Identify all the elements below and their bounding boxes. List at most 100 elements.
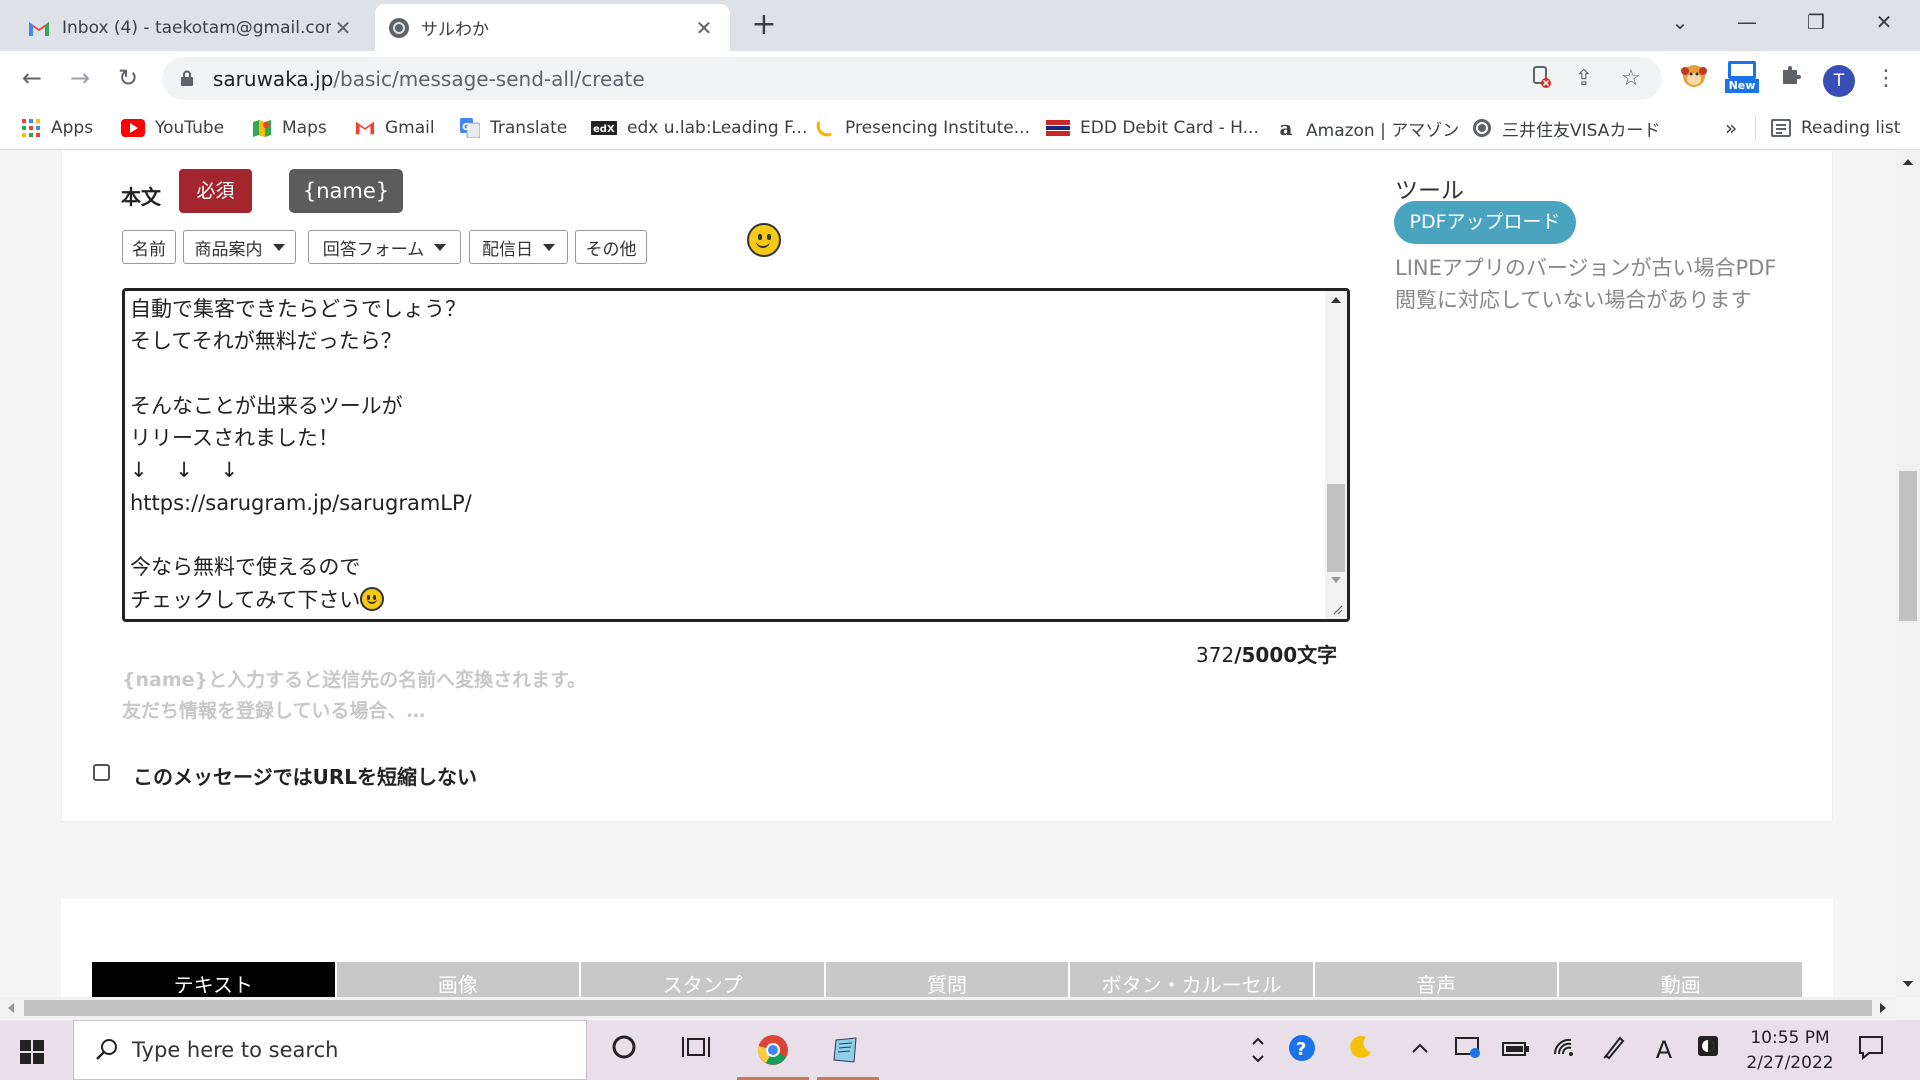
scroll-up-icon[interactable] <box>1903 159 1913 165</box>
tab-video[interactable]: 動画 <box>1559 962 1803 997</box>
reading-list-button[interactable]: Reading list <box>1771 115 1900 141</box>
message-body-text[interactable]: 自動で集客できたらどうでしょう？ そしてそれが無料だったら？ そんなことが出来るツ… <box>130 293 1310 616</box>
chrome-menu-icon[interactable]: ⋮ <box>1871 64 1901 94</box>
bookmark-maps[interactable]: Maps <box>252 115 327 141</box>
message-line: 今なら無料で使えるので <box>130 555 361 580</box>
wifi-icon[interactable] <box>1549 1034 1581 1066</box>
required-badge: 必須 <box>179 169 252 213</box>
bookmarks-overflow-button[interactable]: » <box>1725 115 1737 141</box>
tab-saruwaka[interactable]: サルわか ✕ <box>375 4 730 51</box>
youtube-icon <box>121 118 145 138</box>
address-bar[interactable]: saruwaka.jp/basic/message-send-all/creat… <box>162 57 1662 100</box>
other-tool-button[interactable]: その他 <box>575 230 647 264</box>
no-shorten-url-checkbox[interactable] <box>93 764 110 781</box>
new-tab-button[interactable]: + <box>748 10 780 42</box>
tab-sticker[interactable]: スタンプ <box>581 962 826 997</box>
chrome-taskbar-icon[interactable] <box>757 1034 789 1066</box>
tab-question[interactable]: 質問 <box>825 962 1071 997</box>
pdf-upload-button[interactable]: PDFアップロード <box>1394 201 1576 244</box>
ime-indicator[interactable]: A <box>1648 1034 1680 1066</box>
char-limit: /5000文字 <box>1234 643 1338 667</box>
bookmark-presencing[interactable]: Presencing Institute... <box>815 115 1030 141</box>
bookmark-star-icon[interactable]: ☆ <box>1617 65 1645 93</box>
url-text[interactable]: saruwaka.jp/basic/message-send-all/creat… <box>213 67 645 91</box>
page-hscroll-thumb[interactable] <box>24 1000 1872 1016</box>
close-tab-icon[interactable]: ✕ <box>692 16 716 40</box>
windows-start-icon[interactable] <box>20 1040 44 1064</box>
textarea-scroll-thumb[interactable] <box>1327 484 1345 572</box>
bookmark-edd[interactable]: EDD Debit Card - H... <box>1046 115 1259 141</box>
help-icon[interactable]: ? <box>1286 1034 1318 1066</box>
taskbar-clock[interactable]: 10:55 PM 2/27/2022 <box>1740 1026 1840 1076</box>
message-line <box>130 519 1310 551</box>
moon-icon[interactable] <box>1345 1034 1377 1066</box>
tab-text[interactable]: テキスト <box>92 962 337 997</box>
show-hidden-icons-icon[interactable] <box>1404 1034 1436 1066</box>
product-info-dropdown[interactable]: 商品案内 <box>183 230 296 264</box>
close-tab-icon[interactable]: ✕ <box>331 16 355 40</box>
bookmark-youtube[interactable]: YouTube <box>121 115 224 141</box>
page-horizontal-scrollbar[interactable] <box>0 997 1896 1019</box>
scroll-right-icon[interactable] <box>1880 1003 1886 1013</box>
message-body-textarea[interactable]: 自動で集客できたらどうでしょう？ そしてそれが無料だったら？ そんなことが出来るツ… <box>122 288 1350 622</box>
resize-handle-icon[interactable] <box>1331 603 1343 615</box>
tab-search-dropdown-icon[interactable]: ⌄ <box>1660 6 1700 38</box>
bookmark-edx[interactable]: edX edx u.lab:Leading F... <box>591 115 807 141</box>
scroll-up-icon[interactable] <box>1331 297 1341 303</box>
search-placeholder: Type here to search <box>132 1038 339 1062</box>
bookmark-amazon[interactable]: a Amazon | アマゾン <box>1276 115 1460 141</box>
notepad-taskbar-icon[interactable] <box>830 1034 862 1066</box>
forward-button[interactable]: → <box>63 61 97 95</box>
reading-list-icon <box>1771 118 1791 138</box>
notifications-icon[interactable] <box>1855 1034 1887 1066</box>
task-view-icon[interactable] <box>680 1034 712 1066</box>
display-icon[interactable] <box>1452 1034 1484 1066</box>
tab-button-carousel[interactable]: ボタン・カルーセル <box>1070 962 1315 997</box>
reload-button[interactable]: ↻ <box>111 61 145 95</box>
minimize-button[interactable]: — <box>1727 6 1767 38</box>
emoji-picker-icon[interactable] <box>747 223 781 257</box>
page-vertical-scrollbar[interactable] <box>1896 151 1920 997</box>
battery-icon[interactable] <box>1500 1034 1532 1066</box>
page-scroll-thumb[interactable] <box>1899 471 1917 621</box>
profile-avatar[interactable]: T <box>1823 65 1855 97</box>
bookmark-label: Apps <box>51 118 94 138</box>
back-button[interactable]: ← <box>15 61 49 95</box>
restore-button[interactable]: ❐ <box>1796 6 1836 38</box>
scroll-left-icon[interactable] <box>8 1003 14 1013</box>
url-domain: saruwaka.jp <box>213 67 334 91</box>
ime-mode-icon[interactable] <box>1692 1034 1724 1066</box>
bookmark-gmail[interactable]: Gmail <box>355 115 435 141</box>
extensions-puzzle-icon[interactable] <box>1776 64 1806 94</box>
new-extension-icon[interactable]: New <box>1725 59 1759 95</box>
share-icon[interactable]: ⇪ <box>1570 65 1598 93</box>
tool-label: 商品案内 <box>194 239 263 260</box>
tab-image[interactable]: 画像 <box>336 962 582 997</box>
answer-form-dropdown[interactable]: 回答フォーム <box>308 230 461 264</box>
bookmark-smbc-visa[interactable]: 三井住友VISAカード <box>1472 115 1660 141</box>
close-window-button[interactable]: ✕ <box>1864 6 1904 38</box>
textarea-scrollbar[interactable] <box>1325 291 1347 619</box>
tab-audio[interactable]: 音声 <box>1314 962 1560 997</box>
blocked-popup-icon[interactable] <box>1528 65 1556 93</box>
delivery-date-dropdown[interactable]: 配信日 <box>469 230 568 264</box>
tray-scroll-icon[interactable] <box>1242 1034 1274 1066</box>
bookmark-translate[interactable]: G Translate <box>460 115 567 141</box>
monkey-extension-icon[interactable] <box>1679 61 1709 91</box>
globe-icon <box>389 17 409 38</box>
tab-title: サルわか <box>421 20 489 40</box>
tab-gmail-inbox[interactable]: Inbox (4) - taekotam@gmail.com ✕ <box>14 4 369 51</box>
insert-name-tool-button[interactable]: 名前 <box>122 230 176 264</box>
cortana-icon[interactable] <box>608 1034 640 1066</box>
bookmark-label: edx u.lab:Leading F... <box>627 118 808 138</box>
insert-name-button[interactable]: {name} <box>289 169 403 213</box>
bookmark-apps[interactable]: Apps <box>21 115 93 141</box>
bookmark-label: 三井住友VISAカード <box>1502 120 1661 141</box>
browser-tab-bar: Inbox (4) - taekotam@gmail.com ✕ サルわか ✕ … <box>0 0 1920 51</box>
message-line: 自動で集客できたらどうでしょう？ <box>130 297 466 321</box>
scroll-down-icon[interactable] <box>1903 981 1913 987</box>
scroll-down-icon[interactable] <box>1331 577 1341 583</box>
pen-icon[interactable] <box>1597 1034 1629 1066</box>
no-shorten-url-label[interactable]: このメッセージではURLを短縮しない <box>133 761 477 790</box>
taskbar-search-box[interactable]: Type here to search <box>73 1020 587 1080</box>
